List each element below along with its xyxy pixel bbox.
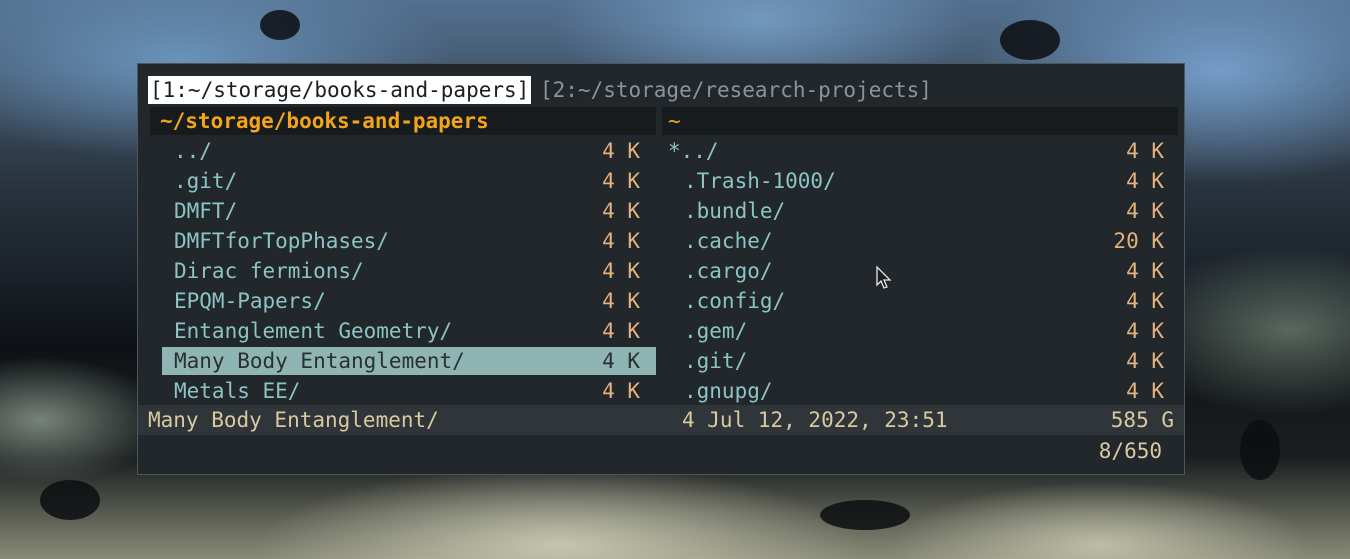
right-file-row[interactable]: .cargo/ 4 K <box>668 257 1164 285</box>
file-size: 4 K <box>1126 319 1164 343</box>
file-name: DMFT/ <box>174 199 238 223</box>
left-file-row-selected[interactable]: Many Body Entanglement/ 4 K <box>162 347 656 375</box>
file-name: *../ <box>668 139 719 163</box>
right-file-row[interactable]: .cache/ 20 K <box>668 227 1164 255</box>
file-name: .git/ <box>174 169 238 193</box>
file-name: Metals EE/ <box>174 379 301 403</box>
file-name: .cargo/ <box>684 259 773 283</box>
left-file-row[interactable]: Metals EE/ 4 K <box>162 377 656 405</box>
file-name: .Trash-1000/ <box>684 169 836 193</box>
file-size: 4 K <box>602 289 640 313</box>
file-name: .gem/ <box>684 319 748 343</box>
left-file-row[interactable]: Entanglement Geometry/ 4 K <box>162 317 656 345</box>
left-file-row[interactable]: .git/ 4 K <box>162 167 656 195</box>
file-size: 4 K <box>602 319 640 343</box>
file-name: Dirac fermions/ <box>174 259 364 283</box>
left-file-row[interactable]: DMFTforTopPhases/ 4 K <box>162 227 656 255</box>
status-selected-name: Many Body Entanglement/ <box>148 408 439 432</box>
file-name: Many Body Entanglement/ <box>174 349 465 373</box>
right-file-row[interactable]: .gnupg/ 4 K <box>668 377 1164 405</box>
right-file-row[interactable]: .git/ 4 K <box>668 347 1164 375</box>
file-size: 4 K <box>602 259 640 283</box>
left-file-row[interactable]: EPQM-Papers/ 4 K <box>162 287 656 315</box>
right-pane-path: ~ <box>668 109 681 133</box>
file-size: 4 K <box>1126 379 1164 403</box>
file-size: 4 K <box>602 169 640 193</box>
right-file-row[interactable]: .bundle/ 4 K <box>668 197 1164 225</box>
file-name: .bundle/ <box>684 199 786 223</box>
background-splatter <box>40 480 100 520</box>
file-size: 20 K <box>1113 229 1164 253</box>
file-name: Entanglement Geometry/ <box>174 319 453 343</box>
left-file-row[interactable]: DMFT/ 4 K <box>162 197 656 225</box>
file-size: 4 K <box>1126 259 1164 283</box>
background-splatter <box>260 10 300 40</box>
file-size: 4 K <box>1126 349 1164 373</box>
left-pane-header: ~/storage/books-and-papers <box>150 107 656 135</box>
file-name: ../ <box>174 139 212 163</box>
file-size: 4 K <box>1126 199 1164 223</box>
right-pane-header: ~ <box>662 107 1178 135</box>
file-size: 4 K <box>1126 289 1164 313</box>
status-free-space: 585 G <box>1110 408 1174 432</box>
tab-books-and-papers[interactable]: [1:~/storage/books-and-papers] <box>148 76 532 104</box>
file-size: 4 K <box>602 199 640 223</box>
file-size: 4 K <box>602 349 640 373</box>
background-splatter <box>1240 420 1280 480</box>
file-size: 4 K <box>1126 139 1164 163</box>
background-splatter <box>1000 20 1060 60</box>
left-file-row[interactable]: ../ 4 K <box>162 137 656 165</box>
file-size: 4 K <box>602 229 640 253</box>
file-name: .git/ <box>684 349 748 373</box>
file-name: DMFTforTopPhases/ <box>174 229 389 253</box>
right-file-row[interactable]: *../ 4 K <box>668 137 1164 165</box>
file-name: .gnupg/ <box>684 379 773 403</box>
file-size: 4 K <box>602 379 640 403</box>
right-file-row[interactable]: .Trash-1000/ 4 K <box>668 167 1164 195</box>
status-bar: Many Body Entanglement/ 4 Jul 12, 2022, … <box>138 405 1184 435</box>
position-indicator: 8/650 <box>1098 439 1162 463</box>
file-name: EPQM-Papers/ <box>174 289 326 313</box>
file-size: 4 K <box>1126 169 1164 193</box>
file-manager-window: [1:~/storage/books-and-papers] [2:~/stor… <box>137 63 1185 475</box>
left-pane-path: ~/storage/books-and-papers <box>160 109 489 133</box>
right-file-row[interactable]: .config/ 4 K <box>668 287 1164 315</box>
file-size: 4 K <box>602 139 640 163</box>
right-file-row[interactable]: .gem/ 4 K <box>668 317 1164 345</box>
file-name: .config/ <box>684 289 786 313</box>
mouse-pointer-icon <box>876 266 892 289</box>
left-file-row[interactable]: Dirac fermions/ 4 K <box>162 257 656 285</box>
background-splatter <box>820 500 910 530</box>
tab-research-projects[interactable]: [2:~/storage/research-projects] <box>540 76 932 104</box>
file-name: .cache/ <box>684 229 773 253</box>
status-file-info: 4 Jul 12, 2022, 23:51 <box>682 408 948 432</box>
